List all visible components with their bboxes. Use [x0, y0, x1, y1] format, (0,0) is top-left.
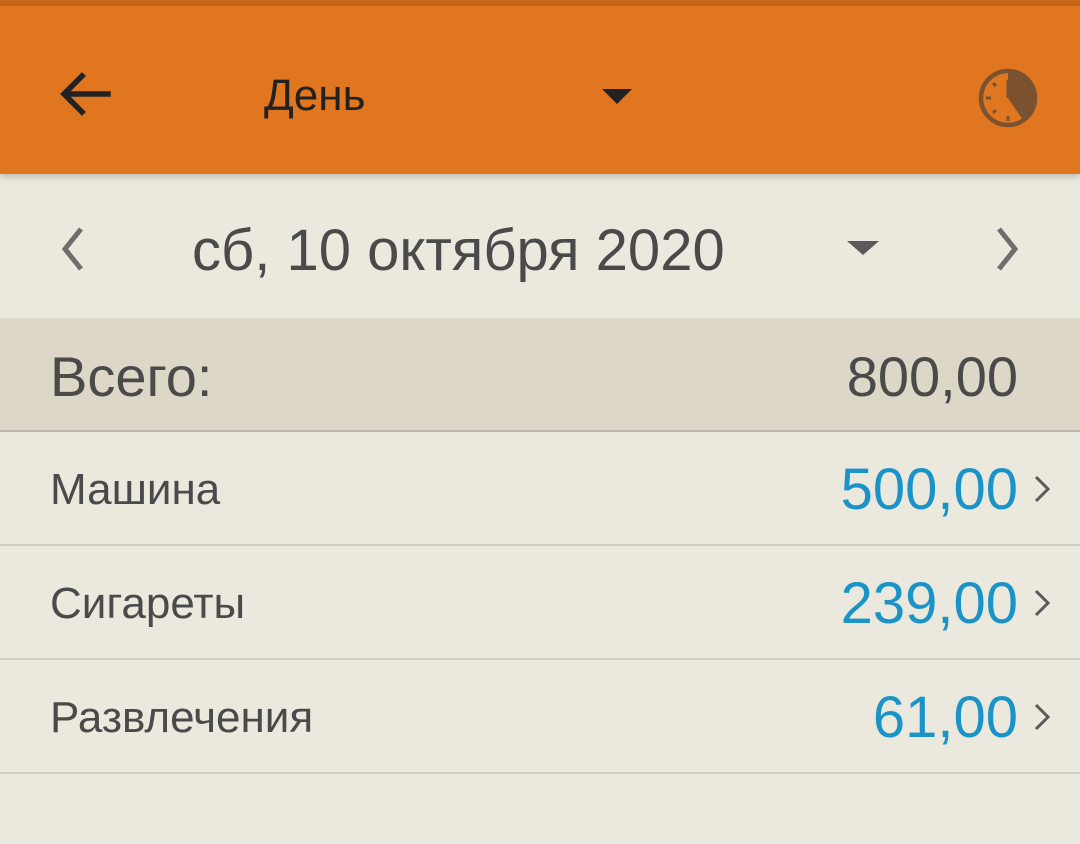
chevron-right-icon	[1034, 475, 1051, 503]
next-date-button[interactable]	[972, 214, 1042, 284]
category-amount: 500,00	[840, 457, 1018, 522]
category-label: Сигареты	[50, 579, 246, 628]
chevron-left-icon	[61, 227, 83, 271]
app-screen: День сб, 10 октября 2020 Всего: 800,00 М…	[0, 0, 1080, 844]
clock-icon	[978, 68, 1038, 128]
chevron-right-icon	[1034, 703, 1051, 731]
category-row-razvlecheniya[interactable]: Развлечения 61,00	[0, 660, 1080, 774]
chevron-right-icon	[1034, 589, 1051, 617]
total-summary-row: Всего: 800,00	[0, 318, 1080, 432]
category-amount: 61,00	[872, 685, 1018, 750]
period-dropdown[interactable]: День	[240, 56, 660, 136]
arrow-left-icon	[60, 72, 111, 116]
back-button[interactable]	[40, 54, 130, 134]
category-list: Машина 500,00 Сигареты 239,00 Развлечени…	[0, 432, 1080, 774]
total-label: Всего:	[50, 345, 213, 408]
history-button[interactable]	[966, 56, 1050, 140]
previous-date-button[interactable]	[38, 214, 108, 284]
date-navigator: сб, 10 октября 2020	[0, 174, 1080, 318]
caret-down-icon	[602, 89, 632, 104]
caret-down-icon	[847, 241, 879, 255]
toolbar: День	[0, 6, 1080, 174]
category-label: Машина	[50, 465, 221, 514]
date-label: сб, 10 октября 2020	[192, 218, 725, 283]
date-dropdown[interactable]: сб, 10 октября 2020	[170, 204, 910, 294]
category-amount: 239,00	[840, 571, 1018, 636]
total-value: 800,00	[846, 345, 1018, 408]
chevron-right-icon	[997, 227, 1019, 271]
category-label: Развлечения	[50, 693, 314, 742]
category-row-sigarety[interactable]: Сигареты 239,00	[0, 546, 1080, 660]
period-label: День	[264, 71, 366, 120]
category-row-mashina[interactable]: Машина 500,00	[0, 432, 1080, 546]
